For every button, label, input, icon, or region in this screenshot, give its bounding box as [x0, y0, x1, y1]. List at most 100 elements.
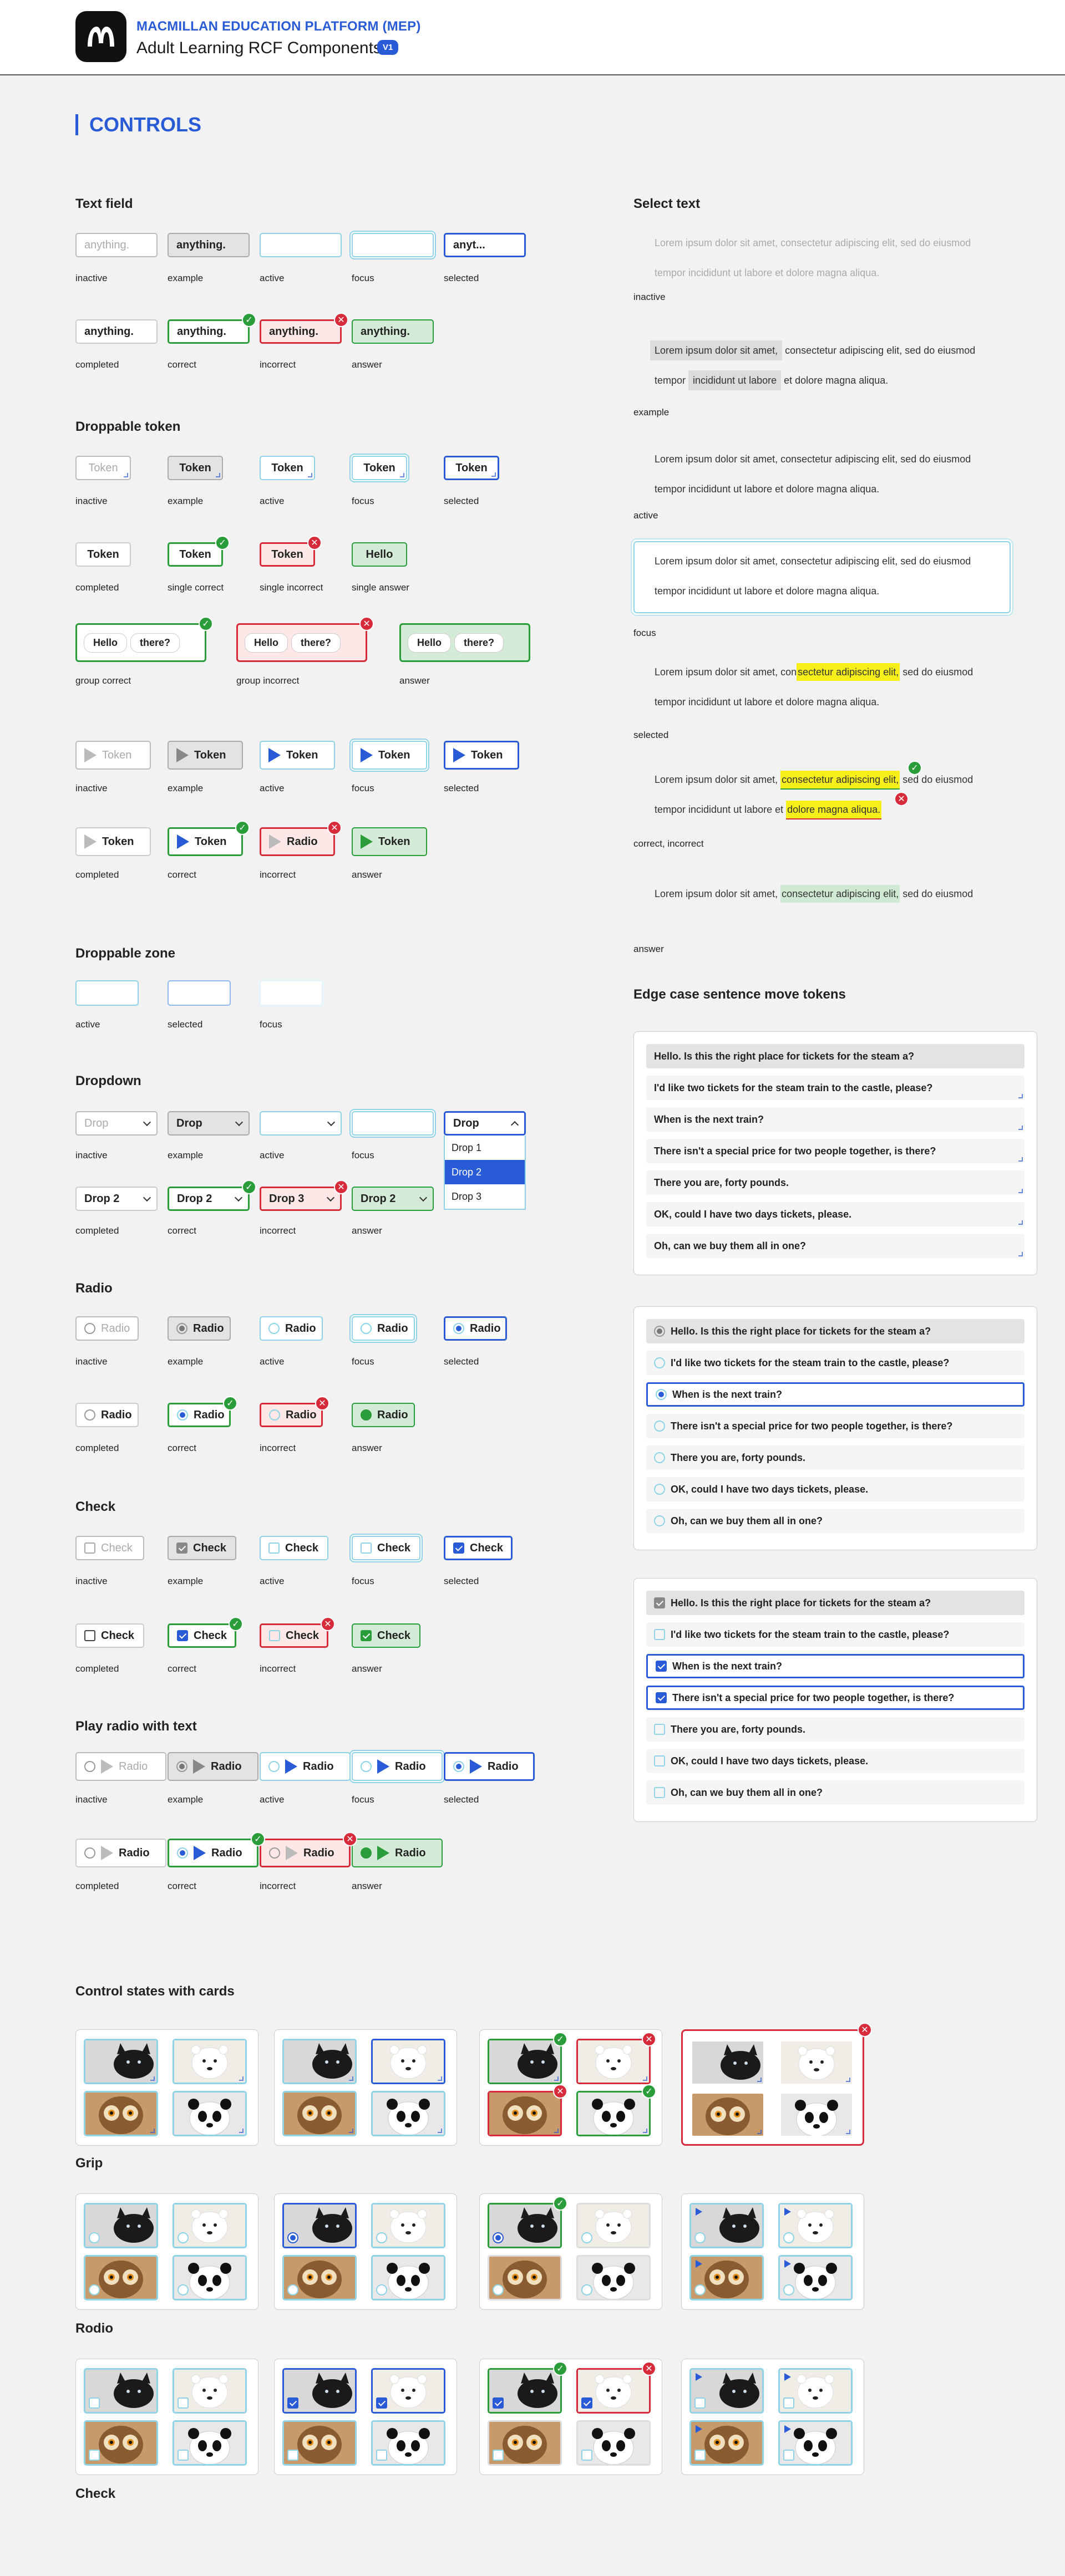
card-group-1-0[interactable] [75, 2193, 258, 2310]
group-token[interactable]: Hello [84, 633, 128, 653]
text-field-ok-1[interactable]: anything. [168, 319, 250, 344]
card-group-2-2[interactable]: ✓ ✕ [479, 2359, 662, 2475]
radio-ans-3[interactable]: Radio [352, 1403, 415, 1427]
sentence-token[interactable]: OK, could I have two days tickets, pleas… [646, 1749, 1025, 1773]
card-group-0-1[interactable] [274, 2029, 457, 2146]
card-group-1-1[interactable] [274, 2193, 457, 2310]
play-token-se-4[interactable]: Token [444, 741, 519, 770]
sentence-token[interactable]: OK, could I have two days tickets, pleas… [646, 1477, 1025, 1501]
drop-zone-se[interactable] [168, 980, 231, 1006]
check-ac-2[interactable]: Check [260, 1536, 328, 1560]
image-card-owl[interactable] [488, 2420, 562, 2466]
sentence-token[interactable]: Hello. Is this the right place for ticke… [646, 1319, 1025, 1343]
image-card-bear[interactable] [576, 2368, 651, 2414]
sentence-token[interactable]: There isn't a special price for two peop… [646, 1414, 1025, 1438]
check-bad-2[interactable]: Check [260, 1623, 328, 1648]
image-card-cat[interactable] [84, 2368, 158, 2414]
radio-in-0[interactable]: Radio [75, 1316, 139, 1341]
sentence-token[interactable]: Hello. Is this the right place for ticke… [646, 1044, 1025, 1068]
group-token[interactable]: Hello [245, 633, 288, 653]
image-card-bear[interactable] [778, 2203, 853, 2248]
image-card-cat[interactable] [689, 2368, 764, 2414]
play-radio-ac-2[interactable]: Radio [260, 1752, 351, 1781]
play-token-fo-3[interactable]: Token [352, 741, 427, 770]
image-card-owl[interactable] [691, 2092, 765, 2137]
sentence-token[interactable]: There isn't a special price for two peop… [646, 1686, 1025, 1710]
token-bad-2[interactable]: Token [260, 542, 315, 567]
image-card-cat[interactable] [282, 2039, 357, 2084]
card-group-0-0[interactable] [75, 2029, 258, 2146]
image-card-owl[interactable] [84, 2420, 158, 2466]
token-ans-3[interactable]: Hello [352, 542, 407, 567]
image-card-bear[interactable] [371, 2039, 445, 2084]
image-card-cat[interactable] [488, 2368, 562, 2414]
text-field-se-4[interactable]: anyt... [444, 233, 526, 257]
card-group-1-3[interactable] [681, 2193, 864, 2310]
token-ex-1[interactable]: Token [168, 456, 223, 480]
play-radio-co-0[interactable]: Radio [75, 1839, 166, 1867]
play-token-co-0[interactable]: Token [75, 827, 151, 856]
token-ok-1[interactable]: Token [168, 542, 223, 567]
play-token-ans-3[interactable]: Token [352, 827, 427, 856]
text-field-ac-2[interactable] [260, 233, 342, 257]
text-field-ans-3[interactable]: anything. [352, 319, 434, 344]
token-group-0[interactable]: Hello there? [75, 623, 206, 662]
image-card-panda[interactable] [778, 2255, 853, 2300]
play-token-ac-2[interactable]: Token [260, 741, 335, 770]
play-radio-fo-3[interactable]: Radio [352, 1752, 443, 1781]
text-field-co-0[interactable]: anything. [75, 319, 158, 344]
sentence-token[interactable]: OK, could I have two days tickets, pleas… [646, 1202, 1025, 1226]
token-fo-3[interactable]: Token [352, 456, 407, 480]
image-card-owl[interactable] [84, 2091, 158, 2136]
card-group-1-2[interactable]: ✓ [479, 2193, 662, 2310]
image-card-panda[interactable] [576, 2420, 651, 2466]
dropdown-co-0[interactable]: Drop 2 [75, 1187, 158, 1211]
dropdown-ac-2[interactable] [260, 1111, 342, 1136]
check-in-0[interactable]: Check [75, 1536, 144, 1560]
token-group-2[interactable]: Hello there? [399, 623, 530, 662]
drop-zone-fo[interactable] [260, 980, 323, 1006]
image-card-panda[interactable] [778, 2420, 853, 2466]
check-fo-3[interactable]: Check [352, 1536, 420, 1560]
card-group-2-1[interactable] [274, 2359, 457, 2475]
dropdown-bad-2[interactable]: Drop 3 [260, 1187, 342, 1211]
image-card-cat[interactable] [488, 2203, 562, 2248]
text-field-ex-1[interactable]: anything. [168, 233, 250, 257]
image-card-cat[interactable] [84, 2039, 158, 2084]
image-card-panda[interactable] [173, 2091, 247, 2136]
text-field-bad-2[interactable]: anything. [260, 319, 342, 344]
image-card-bear[interactable] [576, 2203, 651, 2248]
image-card-bear[interactable] [778, 2368, 853, 2414]
image-card-cat[interactable] [282, 2203, 357, 2248]
token-co-0[interactable]: Token [75, 542, 131, 567]
image-card-cat[interactable] [689, 2203, 764, 2248]
dropdown-option[interactable]: Drop 2 [445, 1160, 525, 1184]
dropdown-option[interactable]: Drop 1 [445, 1136, 525, 1160]
dropdown-in-0[interactable]: Drop [75, 1111, 158, 1136]
check-ok-1[interactable]: Check [168, 1623, 236, 1648]
card-group-0-3[interactable] [681, 2029, 864, 2146]
image-card-bear[interactable] [173, 2368, 247, 2414]
group-token[interactable]: there? [291, 633, 341, 653]
radio-se-4[interactable]: Radio [444, 1316, 507, 1341]
sentence-token[interactable]: There you are, forty pounds. [646, 1170, 1025, 1195]
play-token-bad-2[interactable]: Radio [260, 827, 335, 856]
image-card-bear[interactable] [173, 2203, 247, 2248]
card-group-2-0[interactable] [75, 2359, 258, 2475]
group-token[interactable]: there? [130, 633, 180, 653]
image-card-cat[interactable] [84, 2203, 158, 2248]
sentence-token[interactable]: I'd like two tickets for the steam train… [646, 1622, 1025, 1647]
sentence-token[interactable]: I'd like two tickets for the steam train… [646, 1076, 1025, 1100]
image-card-owl[interactable] [488, 2255, 562, 2300]
radio-ok-1[interactable]: Radio [168, 1403, 231, 1427]
play-token-ok-1[interactable]: Token [168, 827, 243, 856]
play-token-ex-1[interactable]: Token [168, 741, 243, 770]
radio-bad-2[interactable]: Radio [260, 1403, 323, 1427]
token-ac-2[interactable]: Token [260, 456, 315, 480]
play-radio-ans-3[interactable]: Radio [352, 1839, 443, 1867]
text-field-fo-3[interactable] [352, 233, 434, 257]
image-card-owl[interactable] [689, 2255, 764, 2300]
image-card-panda[interactable] [576, 2255, 651, 2300]
radio-co-0[interactable]: Radio [75, 1403, 139, 1427]
image-card-owl[interactable] [488, 2091, 562, 2136]
